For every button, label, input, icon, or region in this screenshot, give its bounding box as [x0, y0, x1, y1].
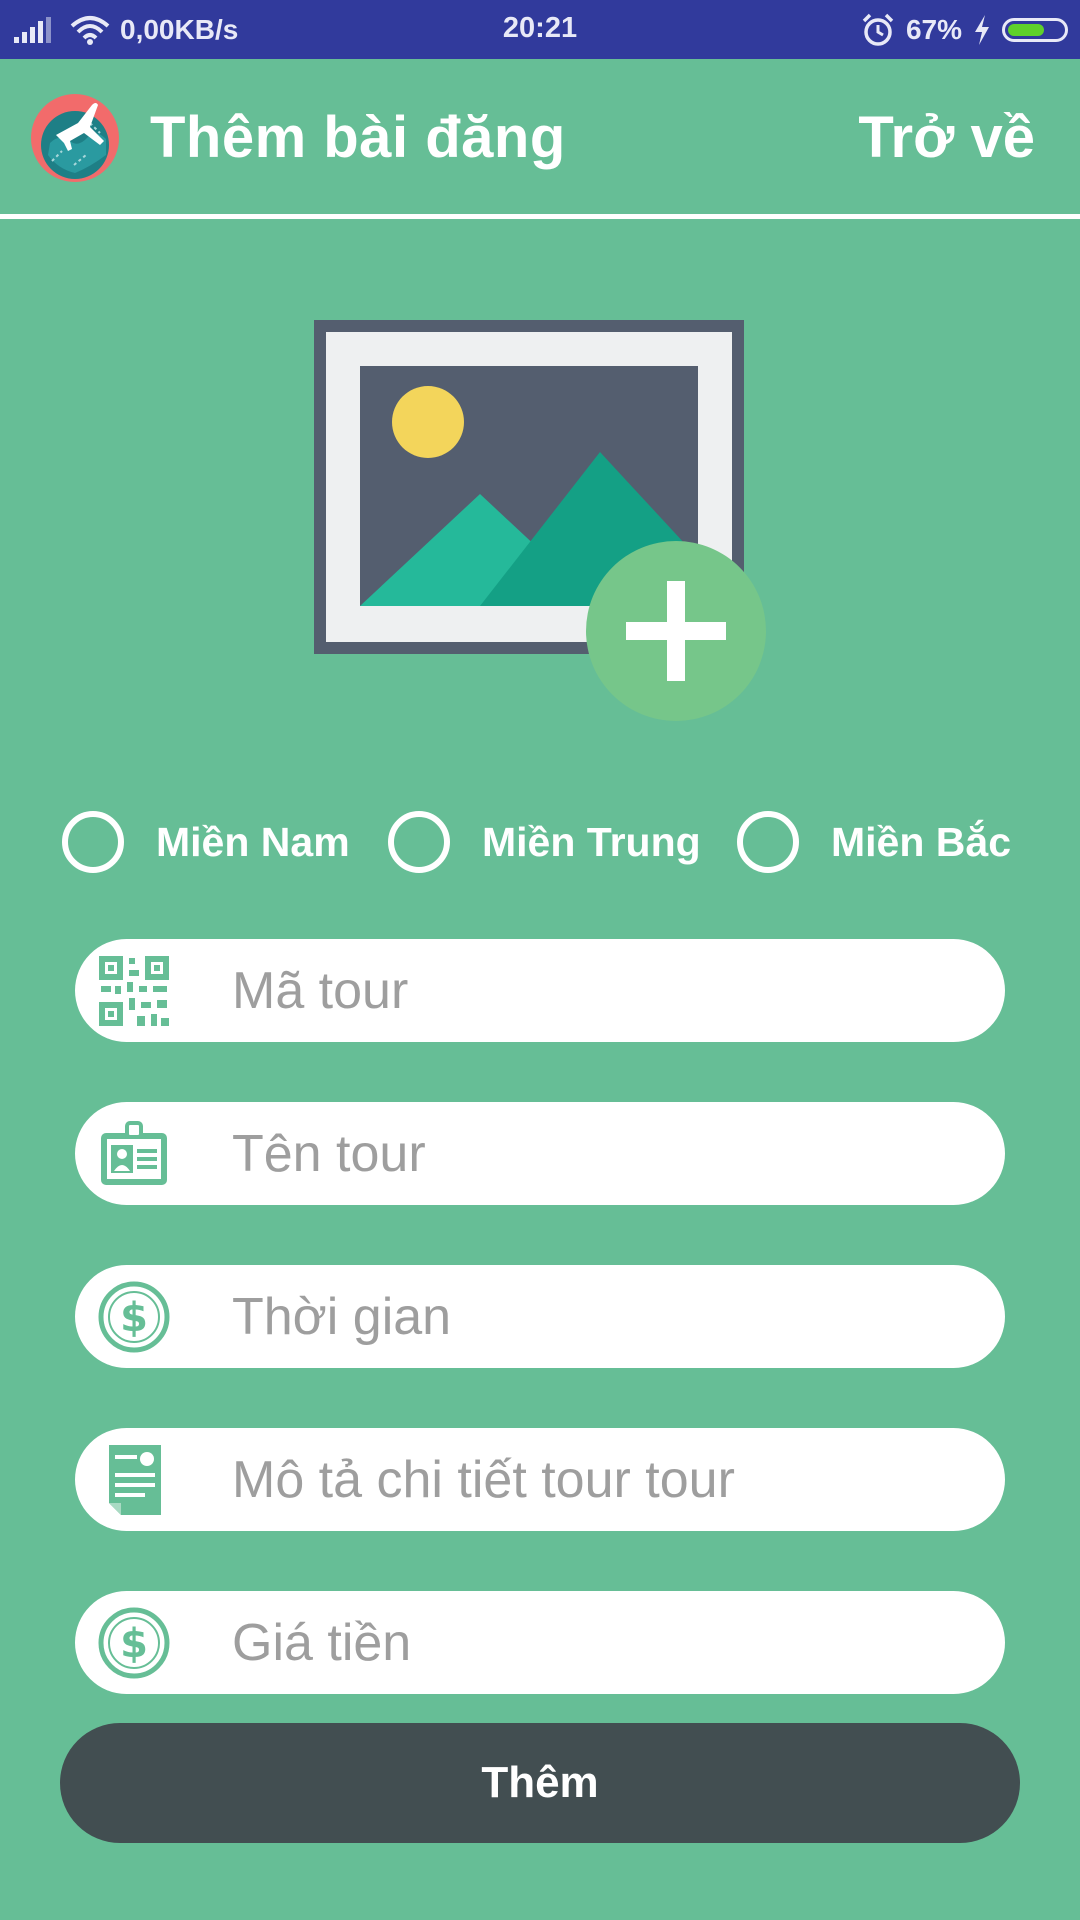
app-header: Thêm bài đăng Trở về — [0, 59, 1080, 215]
tour-code-field[interactable] — [75, 939, 1005, 1042]
description-field[interactable] — [75, 1428, 1005, 1531]
radio-label: Miền Trung — [482, 818, 701, 865]
back-button[interactable]: Trở về — [858, 104, 1035, 171]
status-bar: 0,00KB/s 20:21 67% — [0, 0, 1080, 59]
battery-percent: 67% — [905, 14, 962, 45]
document-icon — [109, 1445, 161, 1515]
svg-text:$: $ — [120, 1295, 148, 1341]
qr-code-icon — [99, 956, 169, 1026]
radio-label: Miền Nam — [156, 818, 350, 865]
svg-text:$: $ — [120, 1621, 148, 1667]
duration-field[interactable]: $ — [75, 1265, 1005, 1368]
alarm-icon — [862, 13, 894, 46]
price-input[interactable] — [232, 1591, 972, 1694]
price-field[interactable]: $ — [75, 1591, 1005, 1694]
radio-circle[interactable] — [62, 811, 124, 873]
tour-name-input[interactable] — [232, 1102, 972, 1205]
battery-level — [1008, 24, 1044, 36]
radio-mien-bac[interactable]: Miền Bắc — [737, 802, 1011, 882]
radio-circle[interactable] — [737, 811, 799, 873]
radio-label: Miền Bắc — [831, 818, 1011, 865]
radio-circle[interactable] — [388, 811, 450, 873]
image-add-icon[interactable] — [312, 318, 767, 723]
page-title: Thêm bài đăng — [150, 105, 566, 170]
radio-mien-trung[interactable]: Miền Trung — [388, 802, 701, 882]
add-post-button[interactable]: Thêm — [60, 1723, 1020, 1843]
globe-plane-logo — [31, 94, 119, 182]
dollar-icon: $ — [98, 1281, 170, 1353]
charging-icon — [975, 15, 989, 45]
id-card-icon — [101, 1121, 167, 1185]
radio-mien-nam[interactable]: Miền Nam — [62, 802, 350, 882]
tour-code-input[interactable] — [232, 939, 972, 1042]
duration-input[interactable] — [232, 1265, 972, 1368]
header-divider — [0, 214, 1080, 219]
battery-icon — [1002, 18, 1068, 42]
dollar-icon: $ — [98, 1607, 170, 1679]
tour-name-field[interactable] — [75, 1102, 1005, 1205]
description-input[interactable] — [232, 1428, 972, 1531]
status-right: 67% — [860, 10, 1068, 50]
region-radio-group: Miền Nam Miền Trung Miền Bắc — [0, 802, 1080, 882]
